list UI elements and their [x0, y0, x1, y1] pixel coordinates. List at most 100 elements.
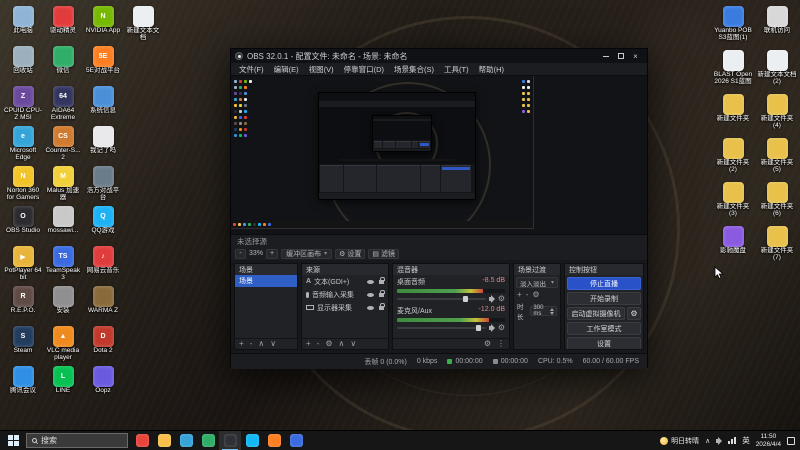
gear-icon[interactable]: ⚙: [325, 340, 332, 348]
menu-item[interactable]: 视图(V): [304, 64, 339, 75]
desktop-icon[interactable]: 浩方对战平台: [84, 164, 122, 204]
volume-slider-handle[interactable]: [475, 325, 481, 331]
menu-item[interactable]: 帮助(H): [474, 64, 509, 75]
desktop-icon[interactable]: 安装: [44, 284, 82, 324]
preview-canvas[interactable]: [231, 76, 534, 229]
desktop-icon[interactable]: N Norton 360 for Gamers: [4, 164, 42, 204]
start-button[interactable]: [0, 431, 26, 450]
desktop-icon[interactable]: 新建文件夹 (2): [712, 136, 754, 180]
desktop-icon[interactable]: S Steam: [4, 324, 42, 364]
network-icon[interactable]: [728, 437, 737, 444]
visibility-icon[interactable]: [367, 279, 374, 284]
taskbar-clock[interactable]: 11:50 2026/4/4: [756, 433, 781, 448]
gear-icon[interactable]: ⚙: [498, 324, 505, 332]
taskbar-search[interactable]: 搜索: [26, 433, 128, 448]
desktop-icon[interactable]: N NVIDIA App: [84, 4, 122, 44]
gear-icon[interactable]: ⚙: [498, 295, 505, 303]
source-item[interactable]: 音频输入采集: [302, 288, 388, 301]
desktop-icon[interactable]: 新建文件夹: [712, 92, 754, 136]
desktop-icon[interactable]: L LINE: [44, 364, 82, 404]
desktop-icon[interactable]: 64 AIDA64 Extreme: [44, 84, 82, 124]
control-button[interactable]: 启动虚拟摄像机: [567, 307, 625, 320]
control-button[interactable]: 停止直播: [567, 277, 641, 290]
remove-icon[interactable]: -: [317, 340, 320, 348]
desktop-icon[interactable]: 联机访问: [756, 4, 798, 48]
visibility-icon[interactable]: [367, 305, 374, 310]
ime-indicator[interactable]: 英: [742, 435, 750, 446]
zoom-in-button[interactable]: +: [266, 248, 279, 259]
desktop-icon[interactable]: 微信: [44, 44, 82, 84]
menu-item[interactable]: 文件(F): [234, 64, 269, 75]
source-item[interactable]: A 文本(GDI+): [302, 275, 388, 288]
desktop-icon[interactable]: 新建文本文档 (2): [756, 48, 798, 92]
desktop-icon[interactable]: 新建文件夹 (6): [756, 180, 798, 224]
source-filters-button[interactable]: ▤ 滤镜: [368, 248, 400, 259]
lock-icon[interactable]: [379, 302, 385, 310]
desktop-icon[interactable]: 新建文件夹 (3): [712, 180, 754, 224]
desktop-icon[interactable]: Q QQ游戏: [84, 204, 122, 244]
desktop-icon[interactable]: ▲ VLC media player: [44, 324, 82, 364]
obs-titlebar[interactable]: OBS 32.0.1 - 配置文件: 未命名 - 场景: 未命名 ×: [231, 49, 647, 63]
virtual-cam-settings-button[interactable]: ⚙: [627, 307, 641, 320]
desktop-icon[interactable]: 5E 5E对战平台: [84, 44, 122, 84]
remove-icon[interactable]: -: [250, 340, 253, 348]
desktop-icon[interactable]: 新建文件夹 (5): [756, 136, 798, 180]
volume-slider[interactable]: [397, 325, 486, 331]
desktop-icon[interactable]: 新建文件夹 (4): [756, 92, 798, 136]
menu-item[interactable]: 停靠窗口(D): [339, 64, 389, 75]
desktop-icon[interactable]: e Microsoft Edge: [4, 124, 42, 164]
volume-slider-handle[interactable]: [463, 296, 469, 302]
volume-icon[interactable]: [716, 436, 723, 445]
desktop-icon[interactable]: D Dota 2: [84, 324, 122, 364]
remove-icon[interactable]: -: [526, 291, 529, 299]
close-button[interactable]: ×: [628, 50, 643, 62]
add-icon[interactable]: +: [239, 340, 244, 348]
desktop-icon[interactable]: 我记了吗: [84, 124, 122, 164]
taskbar-app[interactable]: [153, 431, 175, 450]
desktop-icon[interactable]: 回收站: [4, 44, 42, 84]
speaker-icon[interactable]: [488, 295, 495, 303]
dots-icon[interactable]: ⋮: [497, 340, 505, 348]
desktop-icon[interactable]: CS Counter-S... 2: [44, 124, 82, 164]
menu-item[interactable]: 工具(T): [439, 64, 474, 75]
maximize-button[interactable]: [613, 50, 628, 62]
desktop-icon[interactable]: BLAST Open 2026 S1蓝图: [712, 48, 754, 92]
desktop-icon[interactable]: 新建文件夹 (7): [756, 224, 798, 268]
desktop-icon[interactable]: ▶ PotPlayer 64 bit: [4, 244, 42, 284]
spinner-arrows-icon[interactable]: [550, 307, 554, 315]
lock-icon[interactable]: [379, 276, 385, 284]
desktop-icon[interactable]: R R.E.P.O.: [4, 284, 42, 324]
desktop-icon[interactable]: Yuanbo POB S3蓝图(1): [712, 4, 754, 48]
menu-item[interactable]: 编辑(E): [269, 64, 304, 75]
taskbar-app[interactable]: [175, 431, 197, 450]
scene-item[interactable]: 场景: [235, 275, 297, 287]
taskbar-app[interactable]: [219, 430, 241, 450]
control-button[interactable]: 设置: [567, 337, 641, 349]
desktop-icon[interactable]: 影驰魔盘: [712, 224, 754, 268]
desktop-icon[interactable]: Oopz: [84, 364, 122, 404]
taskbar-app[interactable]: [131, 431, 153, 450]
desktop-icon[interactable]: M Malus 加速器: [44, 164, 82, 204]
control-button[interactable]: 工作室模式: [567, 322, 641, 335]
zoom-out-button[interactable]: -: [235, 248, 246, 259]
menu-item[interactable]: 场景集合(S): [389, 64, 439, 75]
desktop-icon[interactable]: O OBS Studio: [4, 204, 42, 244]
tray-expand-icon[interactable]: ∧: [705, 437, 710, 445]
desktop-icon[interactable]: WARMA Z: [84, 284, 122, 324]
minimize-button[interactable]: [598, 50, 613, 62]
desktop-icon[interactable]: 驱动精灵: [44, 4, 82, 44]
desktop-icon[interactable]: 此电脑: [4, 4, 42, 44]
desktop-icon[interactable]: Z CPUID CPU-Z MSI: [4, 84, 42, 124]
taskbar-app[interactable]: [241, 431, 263, 450]
lock-icon[interactable]: [379, 289, 385, 297]
visibility-icon[interactable]: [367, 292, 374, 297]
up-icon[interactable]: ∧: [258, 340, 264, 348]
speaker-icon[interactable]: [488, 324, 495, 332]
taskbar-app[interactable]: [197, 431, 219, 450]
weather-widget[interactable]: 明日转晴: [660, 436, 699, 446]
up-icon[interactable]: ∧: [339, 340, 345, 348]
desktop-icon[interactable]: TS TeamSpeak 3: [44, 244, 82, 284]
taskbar-app[interactable]: [263, 431, 285, 450]
add-icon[interactable]: +: [306, 340, 311, 348]
transition-select[interactable]: 淡入淡出 ▾: [516, 277, 558, 288]
